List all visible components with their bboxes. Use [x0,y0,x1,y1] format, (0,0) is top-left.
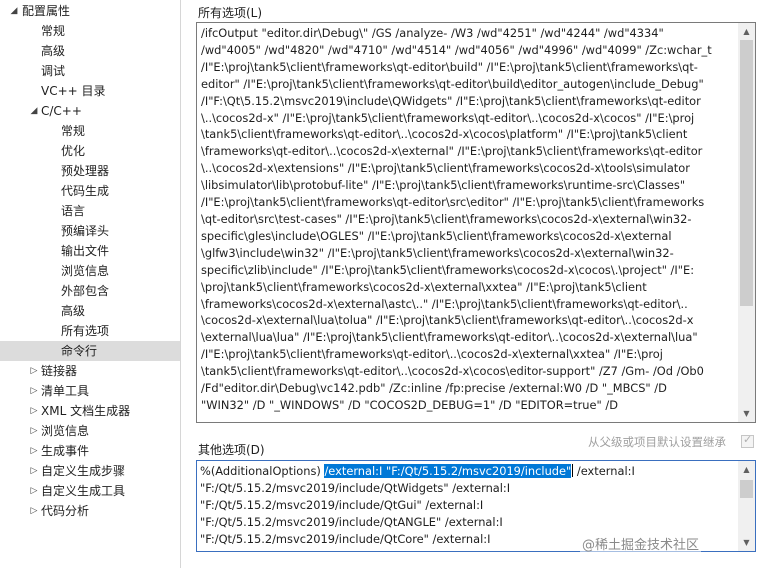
checkmark-icon: ✓ [743,433,753,446]
tree-node-label: VC++ 目录 [41,84,106,98]
tree-node[interactable]: 所有选项 [0,321,180,341]
all-options-textbox[interactable]: /ifcOutput "editor.dir\Debug\" /GS /anal… [196,22,756,423]
all-options-label: 所有选项(L) [198,6,263,20]
collapse-arrow-icon[interactable]: ◢ [28,101,40,121]
expand-arrow-icon[interactable]: ▷ [28,441,40,461]
inherit-checkbox[interactable]: ✓ [741,433,754,448]
other-options-text: %(AdditionalOptions) /external:I "F:/Qt/… [200,463,635,548]
tree-node-label: 生成事件 [41,444,90,458]
tree-node[interactable]: 语言 [0,201,180,221]
scroll-up-icon[interactable]: ▲ [738,23,755,40]
expand-arrow-icon[interactable]: ▷ [28,361,40,381]
tree-node[interactable]: 高级 [0,301,180,321]
expand-arrow-icon[interactable]: ▷ [28,381,40,401]
tree-node-label: 输出文件 [61,244,110,258]
tree-node[interactable]: 命令行 [0,341,180,361]
expand-arrow-icon[interactable]: ▷ [28,401,40,421]
tree-node[interactable]: 输出文件 [0,241,180,261]
options-prefix: %(AdditionalOptions) [200,464,325,478]
tree-node[interactable]: ▷ 链接器 [0,361,180,381]
tree-node-label: 语言 [61,204,86,218]
tree-node[interactable]: 预处理器 [0,161,180,181]
tree-node[interactable]: VC++ 目录 [0,81,180,101]
tree-node-label: 高级 [41,44,66,58]
tree-node-label: 预编译头 [61,224,110,238]
tree-node-label: XML 文档生成器 [41,404,131,418]
tree-node[interactable]: 预编译头 [0,221,180,241]
tree-node-label: 常规 [61,124,86,138]
tree-node[interactable]: ◢ C/C++ [0,101,180,121]
expand-arrow-icon[interactable]: ▷ [28,421,40,441]
scroll-down-icon[interactable]: ▼ [738,405,755,422]
tree-node[interactable]: ▷ 浏览信息 [0,421,180,441]
tree-node[interactable]: 优化 [0,141,180,161]
tree-node[interactable]: 代码生成 [0,181,180,201]
scrollbar-thumb[interactable] [740,480,753,498]
watermark: @稀土掘金技术社区 [580,534,702,553]
inherit-label: 从父级或项目默认设置继承 [588,435,726,449]
tree-node-label: 代码分析 [41,504,90,518]
tree-node-label: 预处理器 [61,164,110,178]
tree-node-label: 浏览信息 [41,424,90,438]
options-suffix: /external:I [573,464,635,478]
tree-node[interactable]: 浏览信息 [0,261,180,281]
tree-node[interactable]: ▷ 自定义生成工具 [0,481,180,501]
tree-node-label: 调试 [41,64,66,78]
collapse-arrow-icon[interactable]: ◢ [8,1,20,21]
tree-node[interactable]: ◢ 配置属性 [0,1,180,21]
tree-node-label: 所有选项 [61,324,110,338]
tree-node[interactable]: 调试 [0,61,180,81]
tree-node-label: 代码生成 [61,184,110,198]
tree-node-label: 自定义生成步骤 [41,464,126,478]
tree-node-label: 优化 [61,144,86,158]
tree-node-label: 常规 [41,24,66,38]
other-options-label: 其他选项(D) [198,443,265,457]
other-options-rest: "F:/Qt/5.15.2/msvc2019/include/QtWidgets… [200,480,511,546]
tree-node-label: 清单工具 [41,384,90,398]
tree-node-label: 自定义生成工具 [41,484,126,498]
tree-node-label: 命令行 [61,344,98,358]
tree-node[interactable]: ▷ 自定义生成步骤 [0,461,180,481]
scrollbar-thumb[interactable] [740,40,753,306]
tree-node-label: 外部包含 [61,284,110,298]
tree-node-label: 高级 [61,304,86,318]
tree-node[interactable]: 外部包含 [0,281,180,301]
tree-node[interactable]: 常规 [0,21,180,41]
tree-node[interactable]: ▷ 生成事件 [0,441,180,461]
expand-arrow-icon[interactable]: ▷ [28,481,40,501]
tree-node-label: 浏览信息 [61,264,110,278]
tree-node-label: C/C++ [41,104,82,118]
scroll-down-icon[interactable]: ▼ [738,534,755,551]
tree-node[interactable]: 高级 [0,41,180,61]
property-tree[interactable]: ◢ 配置属性 常规 高级 调试 VC++ 目录 ◢ C/C++ 常规 优化 预处理器 代码生成 语言 预编… [0,0,181,568]
tree-node[interactable]: 常规 [0,121,180,141]
expand-arrow-icon[interactable]: ▷ [28,501,40,521]
selected-text: /external:I "F:/Qt/5.15.2/msvc2019/inclu… [324,464,572,478]
tree-node[interactable]: ▷ XML 文档生成器 [0,401,180,421]
tree-node-label: 链接器 [41,364,78,378]
tree-node-label: 配置属性 [22,4,71,18]
all-options-scrollbar[interactable]: ▲ ▼ [738,23,755,422]
expand-arrow-icon[interactable]: ▷ [28,461,40,481]
tree-node[interactable]: ▷ 代码分析 [0,501,180,521]
scroll-up-icon[interactable]: ▲ [738,461,755,478]
tree-node[interactable]: ▷ 清单工具 [0,381,180,401]
other-options-scrollbar[interactable]: ▲ ▼ [738,461,755,551]
all-options-text: /ifcOutput "editor.dir\Debug\" /GS /anal… [201,26,712,412]
